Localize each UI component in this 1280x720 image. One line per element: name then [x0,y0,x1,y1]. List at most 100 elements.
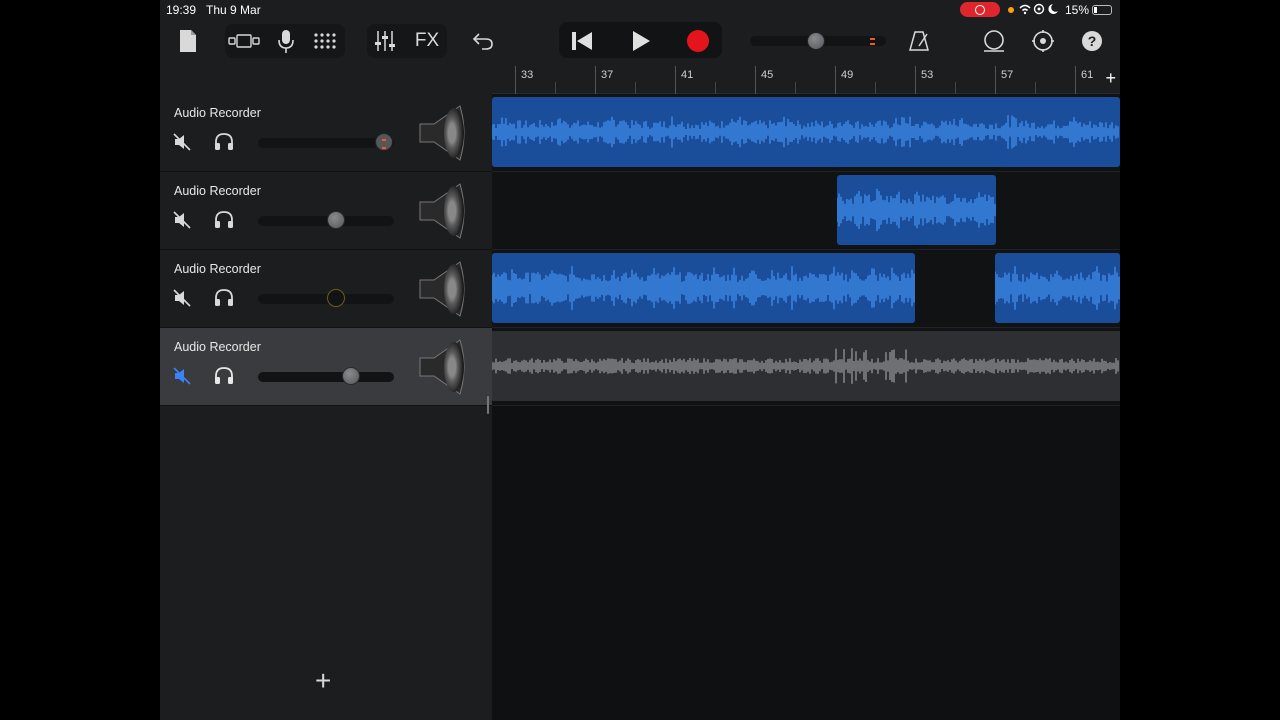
waveform [995,266,1120,310]
audio-region[interactable] [492,97,1120,167]
track-volume-slider[interactable] [258,211,394,229]
add-section-plus-icon[interactable]: + [1105,68,1116,89]
ruler-bar-tick [595,66,596,94]
track-lane[interactable] [492,250,1120,328]
track-lane[interactable] [492,94,1120,172]
status-time: 19:39 [166,3,197,17]
waveform-path [837,188,996,232]
play-icon[interactable] [626,28,656,54]
track-name: Audio Recorder [174,340,261,354]
svg-text:?: ? [1088,33,1097,49]
ruler-bar-label: 57 [1001,69,1014,81]
ruler-bar-label: 61 [1081,69,1094,81]
solo-headphones-icon[interactable] [213,210,235,230]
microphone-icon[interactable] [274,26,298,56]
speaker-instrument-icon[interactable] [416,338,468,396]
track-header[interactable]: Audio Recorder [160,172,492,250]
track-volume-slider[interactable] [258,133,394,151]
ruler-minor-tick [555,82,556,94]
audio-region-muted[interactable] [492,331,1120,401]
battery-icon [1092,5,1112,15]
ruler-bar-label: 53 [921,69,934,81]
battery-percentage: 15% [1065,3,1090,17]
track-headers-panel: Audio Recorder Audio Recorder Audio Reco… [160,94,492,720]
track-volume-knob[interactable] [327,289,345,307]
ruler-bar-tick [915,66,916,94]
my-songs-document-icon[interactable] [176,28,200,54]
solo-headphones-icon[interactable] [213,132,235,152]
add-track-plus-icon[interactable]: + [315,665,331,697]
track-volume-slider[interactable] [258,289,394,307]
speaker-instrument-icon[interactable] [416,260,468,318]
ruler-bar-tick [755,66,756,94]
ruler-minor-tick [795,82,796,94]
waveform-path [492,266,915,310]
waveform [492,115,1119,149]
header-resize-handle[interactable] [487,396,489,414]
level-meter-icon [870,38,875,45]
record-button[interactable] [683,27,713,55]
garageband-screen: 19:39 Thu 9 Mar 15% FX ? 33 37 41 45 49 … [160,0,1120,720]
ruler-minor-tick [875,82,876,94]
mute-speaker-active-icon[interactable] [172,366,192,386]
screen-recording-indicator-icon[interactable] [960,2,1000,17]
toolbar: FX ? [160,20,1120,65]
track-header[interactable]: Audio Recorder [160,94,492,172]
mute-speaker-icon[interactable] [172,288,192,308]
ruler-bar-tick [995,66,996,94]
ruler-bar-tick [515,66,516,94]
waveform-path [492,348,1119,384]
audio-region[interactable] [837,175,996,245]
wifi-icon [1018,3,1060,18]
track-name: Audio Recorder [174,184,261,198]
tracks-grid-icon[interactable] [312,28,338,54]
mute-speaker-icon[interactable] [172,210,192,230]
status-bar: 19:39 Thu 9 Mar 15% [160,0,1120,20]
audio-region[interactable] [492,253,915,323]
track-volume-slider[interactable] [258,367,394,385]
timeline-ruler[interactable]: 33 37 41 45 49 53 57 61 + [492,66,1120,94]
go-to-beginning-icon[interactable] [567,28,597,54]
ruler-bar-tick [675,66,676,94]
track-lane[interactable] [492,172,1120,250]
waveform [492,266,915,310]
undo-icon[interactable] [470,28,496,54]
track-name: Audio Recorder [174,106,261,120]
ruler-bar-label: 49 [841,69,854,81]
ruler-minor-tick [635,82,636,94]
track-volume-knob[interactable] [342,367,360,385]
settings-gear-icon[interactable] [1029,27,1057,55]
master-volume-slider[interactable] [750,32,886,50]
mute-speaker-icon[interactable] [172,132,192,152]
waveform [837,188,996,232]
help-icon[interactable]: ? [1078,27,1106,55]
ruler-minor-tick [1035,82,1036,94]
solo-headphones-icon[interactable] [213,366,235,386]
track-header-selected[interactable]: Audio Recorder [160,328,492,406]
track-name: Audio Recorder [174,262,261,276]
speaker-instrument-icon[interactable] [416,104,468,162]
fx-button[interactable]: FX [410,28,444,54]
audio-region[interactable] [995,253,1120,323]
ruler-bar-label: 45 [761,69,774,81]
browser-view-icon[interactable] [226,28,262,54]
track-lane-muted[interactable] [492,328,1120,406]
metronome-icon[interactable] [906,27,932,55]
track-volume-knob[interactable] [327,211,345,229]
solo-headphones-icon[interactable] [213,288,235,308]
master-volume-knob[interactable] [807,32,825,50]
ruler-minor-tick [715,82,716,94]
mixer-sliders-icon[interactable] [372,28,398,54]
waveform [492,348,1119,384]
waveform-path [492,115,1119,149]
track-volume-knob[interactable] [375,133,393,151]
ruler-bar-label: 41 [681,69,694,81]
tracks-area[interactable] [492,94,1120,720]
status-date: Thu 9 Mar [206,3,261,17]
ruler-bar-label: 33 [521,69,534,81]
waveform-path [995,266,1120,310]
speaker-instrument-icon[interactable] [416,182,468,240]
loop-browser-icon[interactable] [980,27,1008,55]
ruler-bar-tick [835,66,836,94]
track-header[interactable]: Audio Recorder [160,250,492,328]
